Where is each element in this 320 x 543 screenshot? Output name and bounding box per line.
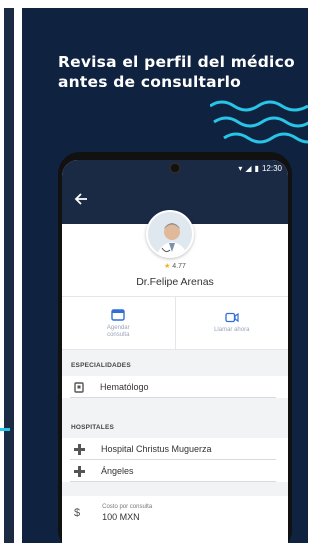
status-bar: ▾ ◢ ▮ 12:30: [62, 160, 288, 180]
call-now-label: Llamar ahora: [214, 327, 250, 333]
previous-card-background: [4, 8, 14, 543]
schedule-appointment-button[interactable]: Agendar consulta: [62, 297, 175, 349]
specialty-label: Hematólogo: [100, 382, 149, 392]
video-call-icon: [225, 312, 239, 323]
battery-icon: ▮: [254, 164, 259, 173]
cost-value: 100 MXN: [102, 512, 140, 522]
star-icon: ★: [164, 263, 171, 270]
promo-headline: Revisa el perfil del médico antes de con…: [58, 52, 308, 92]
hospital-item: Ángeles: [62, 460, 288, 482]
phone-screen: ▾ ◢ ▮ 12:30 ★ 4.77 Dr.Felipe Arenas Agen…: [62, 160, 288, 543]
specialties-title: ESPECIALIDADES: [62, 354, 288, 376]
doctor-name: Dr.Felipe Arenas: [136, 276, 214, 288]
headline-line-1: Revisa el perfil del médico: [58, 53, 295, 71]
rating-value: 4.77: [172, 263, 186, 270]
hospital-label: Hospital Christus Muguerza: [101, 444, 212, 454]
hospital-label: Ángeles: [101, 466, 134, 476]
dollar-icon: $: [74, 507, 81, 519]
previous-card-edge: [0, 0, 14, 543]
signal-icon: ◢: [245, 164, 252, 173]
hospital-cross-icon: [74, 443, 85, 455]
camera-notch: [169, 162, 181, 174]
hospital-item: Hospital Christus Muguerza: [62, 438, 288, 460]
cost-label: Costo por consulta: [102, 504, 153, 510]
doctor-rating: ★ 4.77: [62, 262, 288, 270]
status-time: 12:30: [261, 164, 282, 173]
hospital-cross-icon: [74, 465, 85, 477]
action-buttons: Agendar consulta Llamar ahora: [62, 296, 288, 350]
headline-line-2: antes de consultarlo: [58, 73, 241, 91]
previous-card-wave: [0, 428, 10, 431]
back-arrow-icon[interactable]: [70, 188, 92, 210]
hospitals-section: HOSPITALES Hospital Christus Muguerza Án…: [62, 416, 288, 482]
cost-section: $ Costo por consulta 100 MXN: [62, 496, 288, 543]
doctor-profile: ★ 4.77 Dr.Felipe Arenas: [62, 210, 288, 304]
calendar-icon: [111, 308, 125, 321]
wifi-icon: ▾: [238, 164, 243, 173]
schedule-appointment-label: Agendar consulta: [106, 324, 130, 338]
call-now-button[interactable]: Llamar ahora: [174, 297, 289, 349]
specialties-section: ESPECIALIDADES Hematólogo: [62, 354, 288, 398]
cost-row: $ Costo por consulta 100 MXN: [62, 504, 288, 522]
wave-decoration: [210, 100, 308, 144]
badge-icon: [74, 381, 84, 393]
status-icons: ▾ ◢ ▮ 12:30: [238, 164, 282, 173]
doctor-avatar[interactable]: [146, 210, 194, 258]
cost-info: Costo por consulta 100 MXN: [102, 504, 152, 522]
hospitals-title: HOSPITALES: [62, 416, 288, 438]
specialty-item: Hematólogo: [62, 376, 288, 398]
